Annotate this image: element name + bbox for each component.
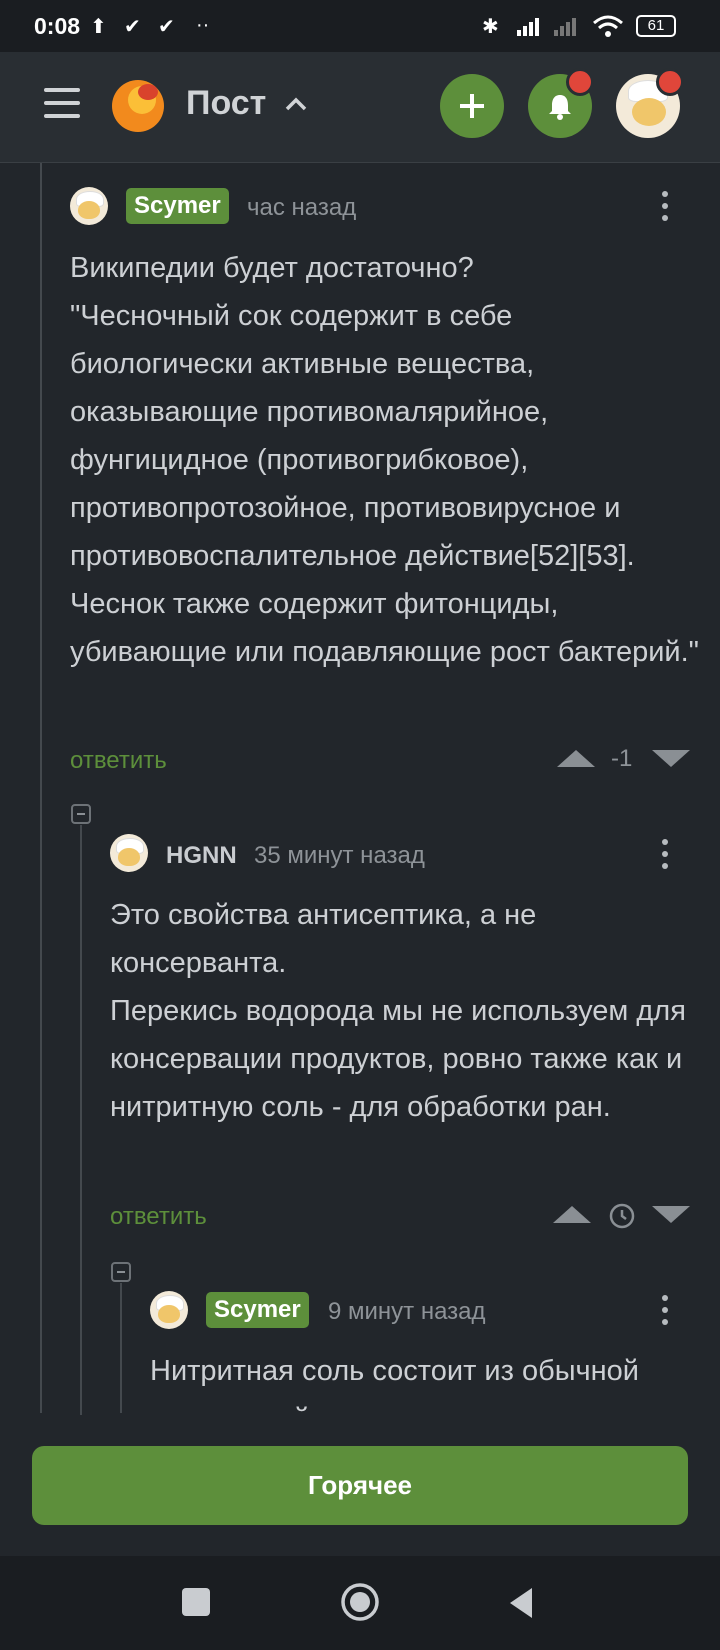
hot-button[interactable]: Горячее xyxy=(32,1446,688,1525)
square-icon[interactable] xyxy=(182,1588,210,1616)
comment: Scymer 9 минут назад Нитритная соль сост… xyxy=(0,0,720,1412)
circle-home-icon[interactable] xyxy=(340,1582,380,1622)
back-triangle-icon[interactable] xyxy=(506,1586,536,1620)
comment-text: Нитритная соль состоит из обычной поваре… xyxy=(150,1355,640,1412)
comment-time: 9 минут назад xyxy=(328,1298,486,1325)
avatar[interactable] xyxy=(150,1291,188,1329)
system-nav-bar xyxy=(0,1556,720,1650)
more-vertical-icon[interactable] xyxy=(662,1295,668,1331)
comment-author[interactable]: Scymer xyxy=(206,1292,309,1328)
